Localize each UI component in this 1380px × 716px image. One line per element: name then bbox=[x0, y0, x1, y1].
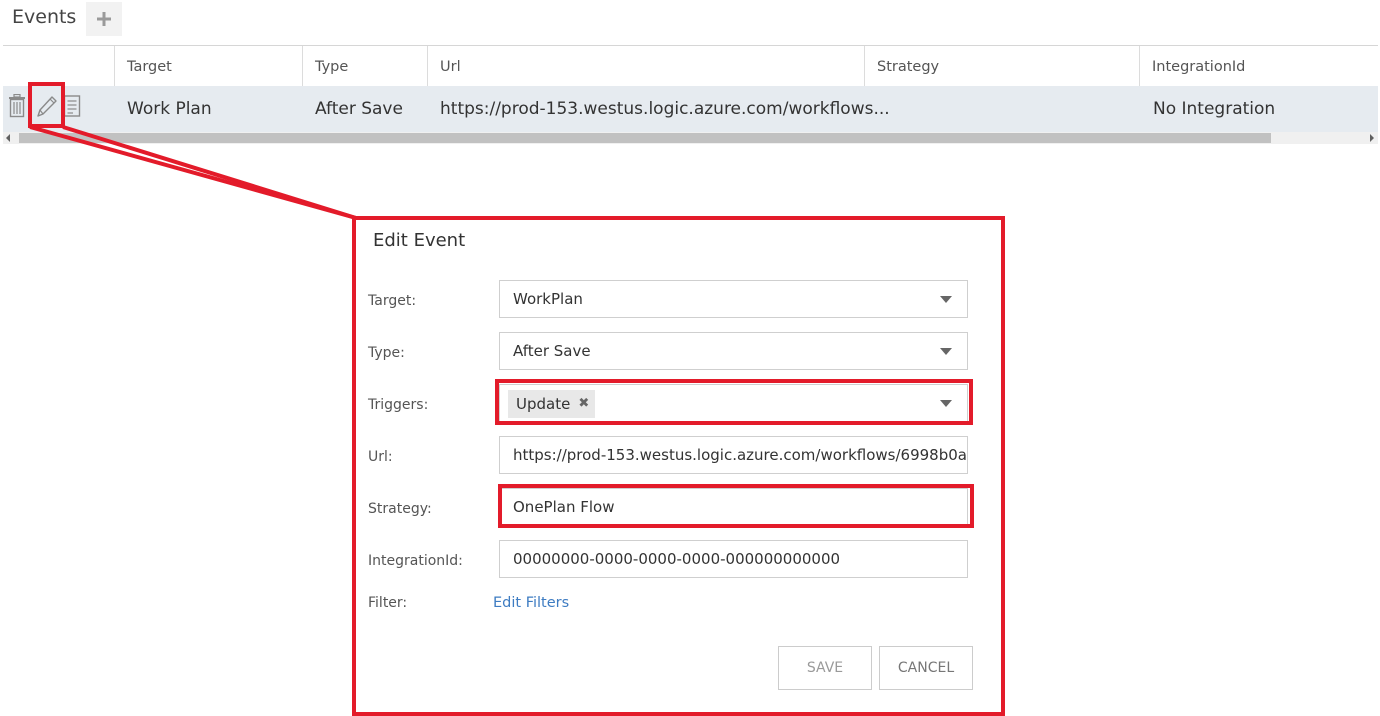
table-row[interactable]: Work Plan After Save https://prod-153.we… bbox=[3, 86, 1378, 132]
strategy-highlight bbox=[498, 484, 974, 528]
cell-type: After Save bbox=[315, 99, 403, 119]
target-label: Target: bbox=[368, 293, 417, 309]
triggers-highlight bbox=[495, 379, 973, 425]
column-header-url[interactable]: Url bbox=[427, 46, 865, 86]
target-select-value: WorkPlan bbox=[513, 290, 583, 308]
url-input[interactable]: https://prod-153.westus.logic.azure.com/… bbox=[499, 436, 968, 474]
edit-filters-link[interactable]: Edit Filters bbox=[493, 595, 569, 611]
chevron-down-icon bbox=[940, 348, 952, 355]
filter-label: Filter: bbox=[368, 595, 408, 611]
column-header-strategy[interactable]: Strategy bbox=[864, 46, 1140, 86]
grid-header: Target Type Url Strategy IntegrationId bbox=[3, 45, 1378, 87]
triggers-label: Triggers: bbox=[368, 397, 429, 413]
strategy-label: Strategy: bbox=[368, 501, 432, 517]
integrationid-input[interactable]: 00000000-0000-0000-0000-000000000000 bbox=[499, 540, 968, 578]
edit-event-dialog: Edit Event Target: WorkPlan Type: After … bbox=[352, 216, 1005, 716]
save-button[interactable]: SAVE bbox=[778, 646, 872, 690]
scroll-left-arrow-icon[interactable] bbox=[6, 134, 10, 142]
scroll-thumb[interactable] bbox=[19, 133, 1271, 143]
events-title: Events bbox=[12, 6, 77, 28]
cell-target: Work Plan bbox=[127, 99, 212, 119]
dialog-title: Edit Event bbox=[373, 230, 466, 251]
target-select[interactable]: WorkPlan bbox=[499, 280, 968, 318]
trash-icon[interactable] bbox=[8, 94, 26, 118]
events-grid: Target Type Url Strategy IntegrationId W… bbox=[3, 45, 1378, 145]
column-header-integrationid[interactable]: IntegrationId bbox=[1139, 46, 1378, 86]
plus-icon bbox=[97, 12, 111, 26]
integrationid-label: IntegrationId: bbox=[368, 553, 463, 569]
column-header-type[interactable]: Type bbox=[302, 46, 428, 86]
add-event-button[interactable] bbox=[86, 2, 122, 36]
column-header-target[interactable]: Target bbox=[114, 46, 303, 86]
edit-icon-highlight bbox=[28, 82, 65, 128]
chevron-down-icon bbox=[940, 296, 952, 303]
cancel-button[interactable]: CANCEL bbox=[879, 646, 973, 690]
url-label: Url: bbox=[368, 449, 393, 465]
cell-integrationid: No Integration bbox=[1153, 99, 1276, 119]
scroll-right-arrow-icon[interactable] bbox=[1370, 134, 1374, 142]
events-header: Events bbox=[0, 0, 300, 40]
type-label: Type: bbox=[368, 345, 405, 361]
notes-icon[interactable] bbox=[63, 94, 81, 118]
cell-url: https://prod-153.westus.logic.azure.com/… bbox=[440, 99, 890, 119]
horizontal-scrollbar[interactable] bbox=[3, 132, 1378, 144]
type-select[interactable]: After Save bbox=[499, 332, 968, 370]
type-select-value: After Save bbox=[513, 342, 591, 360]
